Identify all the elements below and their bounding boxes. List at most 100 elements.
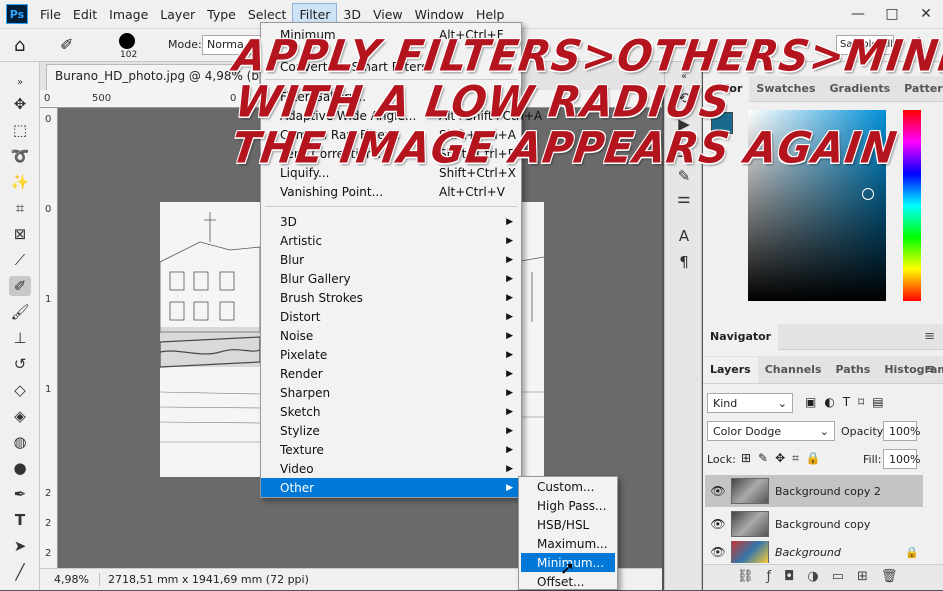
mode-label: Mode:: [168, 38, 202, 51]
menu-item-texture[interactable]: Texture ▶: [261, 440, 521, 459]
menu-type[interactable]: Type: [201, 4, 242, 25]
pen-tool-icon[interactable]: ✒: [9, 484, 31, 504]
paint-bucket-tool-icon[interactable]: ◈: [9, 406, 31, 426]
character-icon[interactable]: A: [673, 226, 695, 246]
menu-item-artistic[interactable]: Artistic ▶: [261, 231, 521, 250]
menu-item-sharpen[interactable]: Sharpen ▶: [261, 383, 521, 402]
adjustments-icon[interactable]: ⚌: [673, 188, 695, 208]
kind-label: Kind: [713, 396, 738, 410]
toolbar-collapse-icon[interactable]: »: [9, 72, 31, 92]
menu-item-distort[interactable]: Distort ▶: [261, 307, 521, 326]
caption-line-1: APPLY FILTERS>OTHERS>MINIMUM: [230, 30, 943, 82]
eyedropper-tool-icon[interactable]: ⟋: [9, 250, 31, 270]
restore-button[interactable]: □: [875, 0, 909, 28]
layer-name: Background copy: [775, 517, 871, 531]
layer-name: Background copy 2: [775, 484, 881, 498]
brush-preview[interactable]: [119, 33, 135, 49]
tab-layers[interactable]: Layers: [703, 356, 758, 383]
layer-footer-icons[interactable]: ⛓ƒ◘◑▭⊞🗑: [703, 564, 943, 590]
menu-item-video[interactable]: Video ▶: [261, 459, 521, 478]
panel-menu-icon[interactable]: ≡: [924, 362, 935, 377]
menu-item-3d[interactable]: 3D ▶: [261, 212, 521, 231]
lasso-tool-icon[interactable]: ➰: [9, 146, 31, 166]
ruler-vertical: 0 0 1 1 2 2 2: [40, 108, 58, 568]
tools-panel: » ✥ ⬚ ➰ ✨ ⌗ ⊠ ⟋ ✐ 🖌 ⊥ ↺ ◇ ◈ ◍ ● ✒ T ➤ ╱: [0, 62, 40, 590]
panel-menu-icon[interactable]: ≡: [924, 329, 935, 344]
photoshop-logo: Ps: [6, 4, 28, 24]
layer-thumbnail: [731, 478, 769, 504]
healing-brush-tool-icon[interactable]: ✐: [9, 276, 31, 296]
menu-item-brush-strokes[interactable]: Brush Strokes ▶: [261, 288, 521, 307]
layer-kind-filter[interactable]: Kind ⌄: [707, 393, 793, 413]
menu-item-other[interactable]: Other ▶: [261, 478, 521, 497]
opacity-input[interactable]: 100%: [883, 421, 920, 441]
menu-item-noise[interactable]: Noise ▶: [261, 326, 521, 345]
visibility-eye-icon[interactable]: 👁: [705, 545, 731, 559]
healing-brush-tool-icon[interactable]: ✐: [60, 35, 73, 54]
path-selection-tool-icon[interactable]: ➤: [9, 536, 31, 556]
layer-name: Background: [775, 545, 841, 559]
tab-paths[interactable]: Paths: [828, 357, 877, 383]
blend-mode-value: Color Dodge: [713, 424, 782, 438]
paragraph-icon[interactable]: ¶: [673, 252, 695, 272]
blend-mode-select[interactable]: Color Dodge ⌄: [707, 421, 835, 441]
brush-size: 102: [120, 50, 138, 60]
menu-item-high-pass[interactable]: High Pass...: [519, 496, 617, 515]
menu-file[interactable]: File: [34, 4, 67, 25]
minimize-button[interactable]: —: [841, 0, 875, 28]
hue-slider[interactable]: [903, 110, 921, 301]
eraser-tool-icon[interactable]: ◇: [9, 380, 31, 400]
chevron-down-icon: ⌄: [819, 424, 829, 438]
type-tool-icon[interactable]: T: [9, 510, 31, 530]
layers-panel-tabs: Layers Channels Paths Histogram ≡: [703, 356, 943, 384]
menu-item-vanishing-point[interactable]: Vanishing Point... Alt+Ctrl+V: [261, 182, 521, 201]
ruler-tick: 1: [45, 384, 52, 395]
layer-row[interactable]: 👁 Background copy: [705, 508, 923, 540]
layer-filter-icons[interactable]: ▣◐T⌑▤: [805, 395, 892, 409]
frame-tool-icon[interactable]: ⊠: [9, 224, 31, 244]
window-controls: — □ ✕: [841, 0, 943, 28]
lock-icons[interactable]: ⊞✎✥⌗🔒: [741, 451, 828, 466]
lock-label: Lock:: [707, 453, 736, 466]
tab-channels[interactable]: Channels: [758, 357, 829, 383]
layer-row[interactable]: 👁 Background copy 2: [705, 475, 923, 507]
document-tab[interactable]: Burano_HD_photo.jpg @ 4,98% (backg: [46, 64, 260, 90]
history-brush-tool-icon[interactable]: ↺: [9, 354, 31, 374]
color-picker-handle[interactable]: [862, 188, 874, 200]
magic-wand-tool-icon[interactable]: ✨: [9, 172, 31, 192]
menu-item-stylize[interactable]: Stylize ▶: [261, 421, 521, 440]
menu-edit[interactable]: Edit: [67, 4, 103, 25]
clone-stamp-tool-icon[interactable]: ⊥: [9, 328, 31, 348]
home-icon[interactable]: ⌂: [14, 35, 25, 56]
fill-input[interactable]: 100%: [883, 449, 920, 469]
ruler-tick: 0: [44, 93, 51, 104]
marquee-tool-icon[interactable]: ⬚: [9, 120, 31, 140]
menu-item-render[interactable]: Render ▶: [261, 364, 521, 383]
brush-tool-icon[interactable]: 🖌: [9, 302, 31, 322]
menu-item-blur[interactable]: Blur ▶: [261, 250, 521, 269]
ruler-tick: 1: [45, 294, 52, 305]
menu-item-custom[interactable]: Custom...: [519, 477, 617, 496]
visibility-eye-icon[interactable]: 👁: [705, 517, 731, 531]
move-tool-icon[interactable]: ✥: [9, 94, 31, 114]
menu-item-sketch[interactable]: Sketch ▶: [261, 402, 521, 421]
menu-item-pixelate[interactable]: Pixelate ▶: [261, 345, 521, 364]
line-tool-icon[interactable]: ╱: [9, 562, 31, 582]
crop-tool-icon[interactable]: ⌗: [9, 198, 31, 218]
menu-separator: [265, 206, 517, 207]
visibility-eye-icon[interactable]: 👁: [705, 484, 731, 498]
blur-tool-icon[interactable]: ◍: [9, 432, 31, 452]
dodge-tool-icon[interactable]: ●: [9, 458, 31, 478]
tab-navigator[interactable]: Navigator: [703, 323, 779, 350]
menu-item-hsb-hsl[interactable]: HSB/HSL: [519, 515, 617, 534]
layer-thumbnail: [731, 541, 769, 563]
ruler-tick: 2: [45, 518, 52, 529]
menu-image[interactable]: Image: [103, 4, 154, 25]
close-button[interactable]: ✕: [909, 0, 943, 28]
menu-item-maximum[interactable]: Maximum...: [519, 534, 617, 553]
zoom-level[interactable]: 4,98%: [40, 573, 100, 586]
layer-row[interactable]: 👁 Background 🔒: [705, 541, 923, 563]
caption-line-3: THE IMAGE APPEARS AGAIN: [228, 122, 901, 174]
menu-layer[interactable]: Layer: [154, 4, 201, 25]
menu-item-blur-gallery[interactable]: Blur Gallery ▶: [261, 269, 521, 288]
